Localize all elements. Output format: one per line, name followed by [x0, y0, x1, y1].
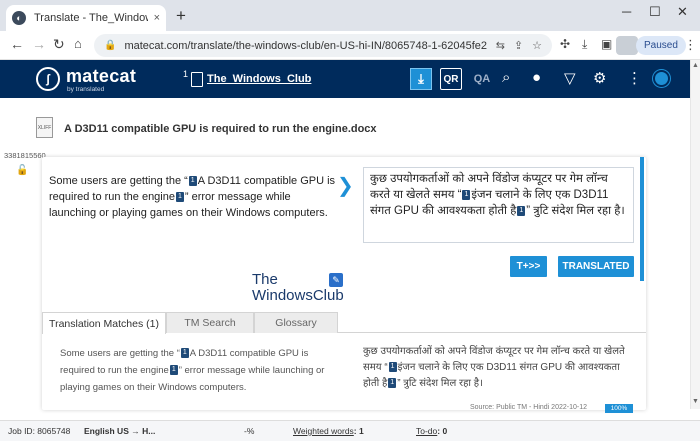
logo-subtitle: by translated	[67, 86, 105, 93]
match-source-part: Some users are getting the “	[60, 348, 180, 359]
match-source-tag-close: 1	[169, 365, 178, 376]
settings-gear-icon[interactable]: ⚙	[593, 69, 606, 87]
source-tag-open[interactable]: 1	[188, 176, 197, 187]
source-segment-text[interactable]: Some users are getting the “1 A D3D11 com…	[49, 173, 339, 221]
filter-icon[interactable]: ▽	[564, 69, 576, 87]
minimize-icon[interactable]: ─	[622, 4, 631, 19]
close-tab-icon[interactable]: ×	[154, 12, 160, 24]
watermark-line2: WindowsClub	[252, 287, 344, 304]
copy-source-arrow-icon[interactable]: ❯	[337, 173, 354, 198]
maximize-icon[interactable]: ☐	[649, 4, 661, 20]
watermark-line1: The	[252, 271, 278, 288]
browser-tab[interactable]: ◐ Translate - The_Windows_Club ×	[6, 5, 166, 31]
weighted-words-value: : 1	[353, 426, 364, 436]
project-name-link[interactable]: The_Windows_Club	[207, 73, 311, 85]
file-name: A D3D11 compatible GPU is required to ru…	[64, 123, 377, 135]
tab-glossary[interactable]: Glossary	[254, 312, 338, 333]
progress-value: -%	[244, 426, 255, 436]
document-icon	[191, 72, 203, 87]
watermark-logo-icon: ✎	[329, 273, 343, 287]
todo-count: To-do: 0	[416, 426, 447, 436]
match-source-tag-open: 1	[180, 348, 189, 359]
browser-tab-strip: ◐ Translate - The_Windows_Club × + ─ ☐ ✕	[0, 0, 700, 31]
close-window-icon[interactable]: ✕	[677, 4, 688, 20]
profile-avatar[interactable]	[616, 36, 638, 55]
matecat-favicon-icon: ◐	[12, 11, 26, 25]
matecat-logo-icon[interactable]: ʃ	[36, 67, 60, 91]
status-footer: Job ID: 8065748 English US → H... -% Wei…	[0, 420, 700, 441]
language-pair: English US → H...	[84, 426, 156, 436]
match-source-info: Source: Public TM - Hindi 2022-10-12	[470, 404, 587, 411]
weighted-words-label[interactable]: Weighted words	[293, 426, 354, 436]
source-tag-close[interactable]: 1	[175, 192, 184, 203]
home-icon[interactable]: ⌂	[74, 36, 82, 51]
tab-tm-search[interactable]: TM Search	[166, 312, 254, 333]
scroll-up-icon[interactable]: ▲	[692, 62, 699, 69]
translated-button[interactable]: TRANSLATED	[558, 256, 634, 277]
segment-id: 3381815560	[4, 151, 46, 160]
reload-icon[interactable]: ↻	[53, 36, 65, 53]
profile-paused-chip[interactable]: Paused	[636, 36, 686, 55]
forward-icon[interactable]: →	[32, 36, 46, 52]
comments-icon[interactable]: ●	[532, 69, 541, 86]
user-avatar-icon[interactable]	[653, 70, 670, 87]
todo-label[interactable]: To-do	[416, 426, 437, 436]
url-text[interactable]: matecat.com/translate/the-windows-club/e…	[124, 40, 486, 52]
back-icon[interactable]: ←	[10, 36, 24, 52]
qr-button[interactable]: QR	[440, 68, 462, 90]
target-editor[interactable]: कुछ उपयोगकर्ताओं को अपने विंडोज कंप्यूटर…	[363, 167, 634, 243]
browser-toolbar: ← → ↻ ⌂ 🔒 matecat.com/translate/the-wind…	[0, 31, 700, 60]
match-target-tag-open: 1	[388, 362, 397, 373]
todo-value: : 0	[437, 426, 448, 436]
job-id: Job ID: 8065748	[8, 426, 71, 436]
target-tag-close[interactable]: 1	[517, 205, 526, 216]
translate-next-button[interactable]: T+>>	[510, 256, 547, 277]
match-source-text: Some users are getting the “1 A D3D11 com…	[60, 345, 340, 396]
address-bar[interactable]: 🔒 matecat.com/translate/the-windows-club…	[94, 34, 552, 57]
segment-lock-icon[interactable]: 🔓	[16, 165, 28, 176]
download-translation-icon[interactable]: ⤓	[410, 68, 432, 90]
qa-button[interactable]: QA	[471, 68, 493, 90]
browser-tab-title: Translate - The_Windows_Club	[34, 12, 148, 24]
more-menu-icon[interactable]: ⋮	[627, 69, 642, 87]
download-icon[interactable]: ⤓	[582, 37, 587, 52]
tab-translation-matches[interactable]: Translation Matches (1)	[42, 312, 166, 334]
share-icon[interactable]: ⇪	[514, 39, 523, 52]
target-tag-open[interactable]: 1	[462, 189, 471, 200]
match-percent-badge: 100%	[605, 404, 633, 413]
match-target-text[interactable]: कुछ उपयोगकर्ताओं को अपने विंडोज कंप्यूटर…	[363, 344, 633, 392]
search-icon[interactable]: ⌕	[502, 69, 510, 86]
page-scrollbar[interactable]	[690, 60, 700, 409]
scroll-down-icon[interactable]: ▼	[692, 398, 699, 405]
translate-page-icon[interactable]: ⇆	[496, 39, 505, 52]
new-tab-button[interactable]: +	[176, 7, 186, 25]
bookmark-star-icon[interactable]: ☆	[532, 39, 542, 52]
browser-menu-icon[interactable]: ⋮	[684, 37, 697, 53]
matecat-header: ʃ matecat by translated 1 The_Windows_Cl…	[0, 60, 690, 98]
xliff-file-icon: XLIFF	[36, 117, 53, 138]
match-target-tag-close: 1	[388, 378, 397, 389]
active-segment-marker	[640, 157, 644, 281]
project-count: 1	[183, 69, 189, 79]
logo-text[interactable]: matecat	[66, 66, 136, 87]
weighted-words: Weighted words: 1	[293, 426, 364, 436]
side-panel-icon[interactable]: ▣	[601, 37, 612, 51]
target-text-part[interactable]: ” त्रुटि संदेश मिल रहा है।	[526, 205, 625, 217]
match-target-part: ” त्रुटि संदेश मिल रहा है।	[397, 378, 483, 389]
matches-tab-bar: Translation Matches (1) TM Search Glossa…	[42, 312, 646, 334]
extensions-icon[interactable]: ✣	[560, 37, 570, 51]
site-lock-icon[interactable]: 🔒	[104, 40, 116, 51]
source-text-part: Some users are getting the “	[49, 175, 188, 187]
